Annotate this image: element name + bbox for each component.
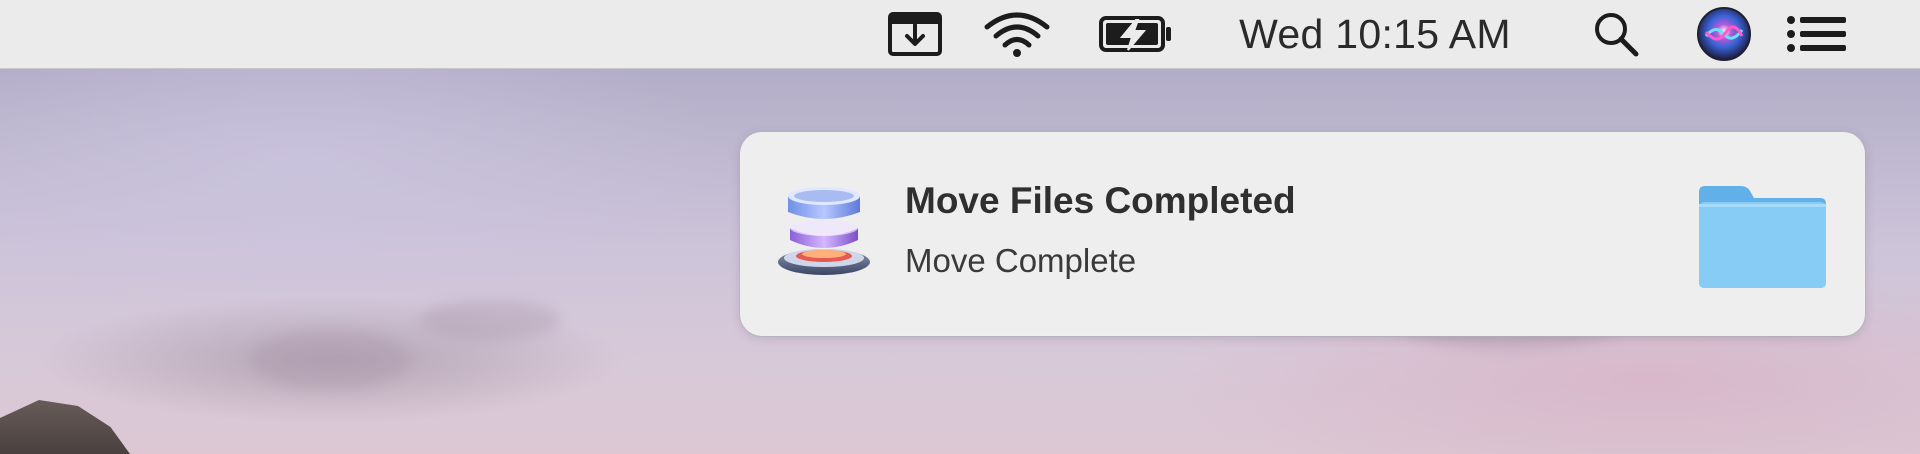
notification-banner[interactable]: Move Files Completed Move Complete bbox=[740, 132, 1865, 336]
wifi-icon[interactable] bbox=[980, 0, 1054, 68]
rock-silhouette bbox=[0, 400, 130, 454]
notification-body: Move Complete bbox=[905, 242, 1137, 279]
notification-title: Move Files Completed bbox=[905, 180, 1296, 221]
search-icon[interactable] bbox=[1586, 0, 1646, 68]
menubar-clock[interactable]: Wed 10:15 AM bbox=[1222, 0, 1528, 68]
disk-stack-icon bbox=[774, 182, 874, 282]
download-icon[interactable] bbox=[884, 0, 946, 68]
list-icon[interactable] bbox=[1786, 0, 1848, 68]
folder-icon bbox=[1695, 182, 1830, 292]
siri-icon[interactable] bbox=[1694, 0, 1754, 68]
battery-charging-icon[interactable] bbox=[1096, 0, 1176, 68]
menu-bar: Wed 10:15 AM bbox=[0, 0, 1920, 69]
